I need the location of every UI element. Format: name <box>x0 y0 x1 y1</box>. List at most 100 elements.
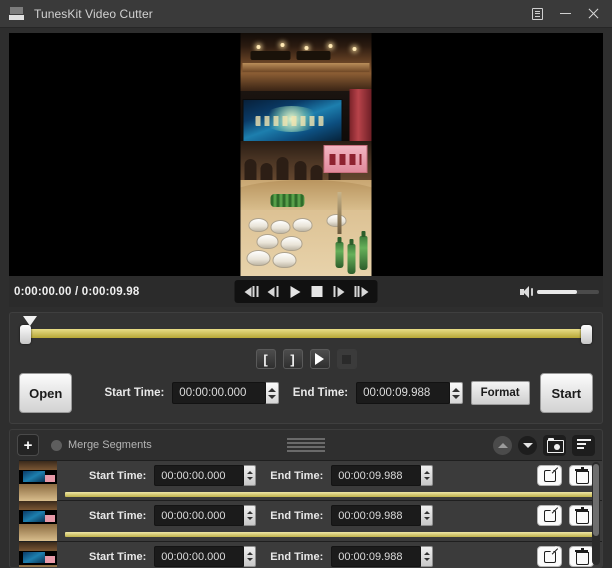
segment-thumbnail <box>19 501 57 541</box>
segment-list-icon[interactable] <box>572 434 595 456</box>
preview-stop-icon <box>342 354 351 364</box>
format-button[interactable]: Format <box>470 381 530 405</box>
transport-controls <box>234 280 378 303</box>
segment-fields: Start Time: 00:00:00.000 End Time: 00:00… <box>57 542 602 567</box>
segment-end-stepper[interactable] <box>421 546 434 567</box>
segment-end-stepper[interactable] <box>421 505 434 526</box>
trim-left-handle-icon[interactable] <box>20 325 31 344</box>
trim-track[interactable] <box>24 329 588 338</box>
segment-end-label: End Time: <box>270 469 324 482</box>
segment-start-stepper[interactable] <box>244 505 257 526</box>
volume-control[interactable] <box>520 285 603 298</box>
segment-start-label: Start Time: <box>89 469 147 482</box>
open-button[interactable]: Open <box>19 373 73 413</box>
rewind-frame-icon[interactable] <box>242 283 261 300</box>
preview-play-icon <box>315 353 324 365</box>
segment-range-bar[interactable] <box>65 492 594 497</box>
end-time-stepper[interactable] <box>450 382 463 404</box>
volume-slider-fill <box>537 289 578 294</box>
forward-frame-icon[interactable] <box>352 283 371 300</box>
segment-body: Start Time: 00:00:00.000 End Time: 00:00… <box>57 542 602 567</box>
add-segment-button[interactable]: + <box>17 434 39 456</box>
drag-handle-icon[interactable] <box>287 438 325 452</box>
trim-panel: [ ] Open Start Time: 00:00:00.000 End Ti… <box>9 312 603 424</box>
menu-glyph <box>531 7 543 20</box>
start-time-input[interactable]: 00:00:00.000 <box>172 382 267 404</box>
segments-list[interactable]: Start Time: 00:00:00.000 End Time: 00:00… <box>10 460 602 567</box>
window-controls <box>524 2 606 26</box>
segment-row[interactable]: Start Time: 00:00:00.000 End Time: 00:00… <box>19 460 602 501</box>
window-title: TunesKit Video Cutter <box>34 6 153 21</box>
playhead-marker-icon[interactable] <box>23 316 37 326</box>
video-banner-sign <box>323 145 368 173</box>
minimize-icon[interactable] <box>552 2 578 26</box>
segments-toolbar-actions <box>493 434 595 456</box>
start-time-stepper[interactable] <box>266 382 279 404</box>
video-candle <box>337 192 342 234</box>
trim-controls-row: Open Start Time: 00:00:00.000 End Time: … <box>19 372 594 414</box>
merge-segments-checkbox[interactable]: Merge Segments <box>51 439 152 451</box>
preview-play-button[interactable] <box>309 349 330 369</box>
segment-range-bar[interactable] <box>65 532 594 537</box>
end-time-label: End Time: <box>292 387 349 399</box>
next-frame-icon[interactable] <box>330 283 349 300</box>
video-frame <box>240 33 372 276</box>
segment-end-label: End Time: <box>270 509 324 522</box>
minimize-glyph <box>559 13 571 14</box>
segment-start-input[interactable]: 00:00:00.000 <box>154 465 245 486</box>
output-folder-icon[interactable] <box>543 434 566 456</box>
segments-panel: + Merge Segments Start Time: 00:00:00.00… <box>9 429 603 568</box>
segment-start-stepper[interactable] <box>244 465 257 486</box>
video-stage-screen <box>242 99 343 143</box>
segments-scrollbar[interactable] <box>592 462 600 565</box>
video-banquet-table <box>240 180 372 276</box>
delete-icon[interactable] <box>569 546 594 567</box>
close-glyph <box>587 7 600 20</box>
segment-start-label: Start Time: <box>89 509 147 522</box>
segment-thumbnail <box>19 461 57 501</box>
stop-icon[interactable] <box>308 283 327 300</box>
segment-end-input[interactable]: 00:00:09.988 <box>331 546 422 567</box>
segments-scrollbar-thumb[interactable] <box>593 464 599 537</box>
menu-icon[interactable] <box>524 2 550 26</box>
segment-row[interactable]: Start Time: 00:00:00.000 End Time: 00:00… <box>19 501 602 542</box>
close-icon[interactable] <box>580 2 606 26</box>
edit-icon[interactable] <box>537 505 562 526</box>
volume-slider[interactable] <box>537 289 599 294</box>
delete-icon[interactable] <box>569 465 594 486</box>
segment-body: Start Time: 00:00:00.000 End Time: 00:00… <box>57 501 602 541</box>
play-icon[interactable] <box>286 283 305 300</box>
preview-stop-button[interactable] <box>336 349 357 369</box>
segment-start-input[interactable]: 00:00:00.000 <box>154 546 245 567</box>
segment-body: Start Time: 00:00:00.000 End Time: 00:00… <box>57 461 602 501</box>
segment-thumbnail <box>19 542 57 567</box>
trim-mini-buttons: [ ] <box>19 348 593 370</box>
speaker-icon[interactable] <box>520 285 533 298</box>
start-button[interactable]: Start <box>539 373 594 413</box>
trim-bar[interactable] <box>19 316 593 346</box>
merge-segments-checkbox-box <box>51 439 62 451</box>
end-time-input[interactable]: 00:00:09.988 <box>356 382 451 404</box>
chevron-up-icon[interactable] <box>493 435 512 455</box>
segment-end-input[interactable]: 00:00:09.988 <box>331 505 422 526</box>
set-start-button[interactable]: [ <box>255 349 276 369</box>
title-bar: TunesKit Video Cutter <box>0 0 612 28</box>
player-control-bar: 0:00:00.00 / 0:00:09.98 <box>9 276 603 307</box>
chevron-down-icon[interactable] <box>518 435 537 455</box>
previous-frame-icon[interactable] <box>264 283 283 300</box>
start-time-label: Start Time: <box>104 387 165 399</box>
delete-icon[interactable] <box>569 505 594 526</box>
set-end-button[interactable]: ] <box>282 349 303 369</box>
merge-segments-label: Merge Segments <box>68 439 152 451</box>
segment-start-stepper[interactable] <box>244 546 257 567</box>
trim-right-handle-icon[interactable] <box>581 325 592 344</box>
edit-icon[interactable] <box>537 465 562 486</box>
segment-row[interactable]: Start Time: 00:00:00.000 End Time: 00:00… <box>19 542 602 567</box>
video-preview-area[interactable] <box>9 33 603 276</box>
segment-end-input[interactable]: 00:00:09.988 <box>331 465 422 486</box>
segment-end-stepper[interactable] <box>421 465 434 486</box>
video-ceiling-region <box>240 33 372 91</box>
edit-icon[interactable] <box>537 546 562 567</box>
segment-fields: Start Time: 00:00:00.000 End Time: 00:00… <box>57 461 602 487</box>
segment-start-input[interactable]: 00:00:00.000 <box>154 505 245 526</box>
